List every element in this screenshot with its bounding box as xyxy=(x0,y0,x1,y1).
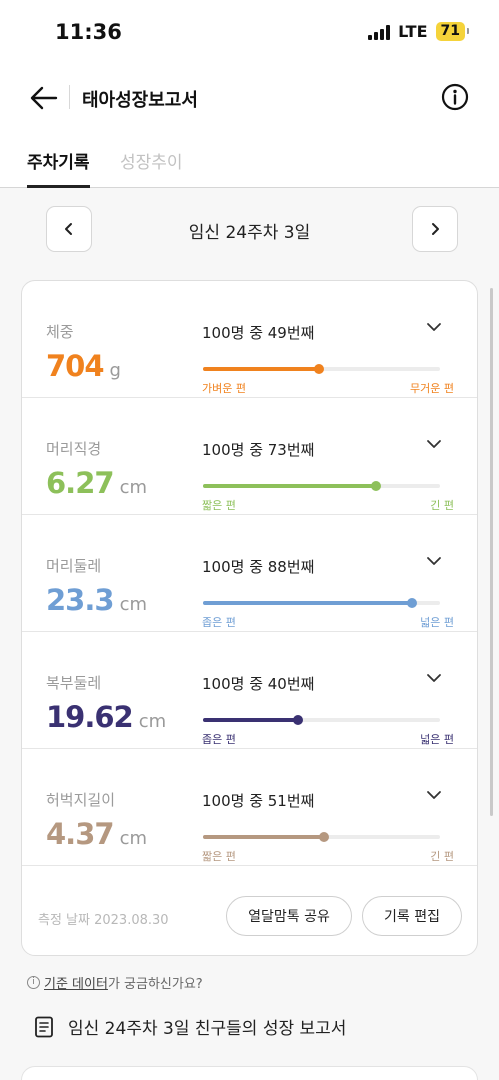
help-link-text[interactable]: 기준 데이터 xyxy=(44,973,108,992)
info-icon: i xyxy=(27,976,40,989)
metric-value: 19.62 cm xyxy=(46,700,166,734)
header-divider xyxy=(69,85,70,109)
week-navigator: 임신 24주차 3일 xyxy=(0,206,499,252)
metric-row-femur-length[interactable]: 허벅지길이 4.37 cm 100명 중 51번째 짧은 편 긴 편 xyxy=(22,749,477,866)
metric-name: 머리둘레 xyxy=(46,557,102,575)
metric-value: 23.3 cm xyxy=(46,583,147,617)
signal-icon xyxy=(368,24,391,40)
scale-label-high: 넓은 편 xyxy=(420,733,454,746)
percentile-marker xyxy=(318,832,329,842)
percentile-fill xyxy=(203,835,324,839)
arrow-left-icon xyxy=(30,86,58,110)
status-time: 11:36 xyxy=(55,20,122,44)
share-button[interactable]: 열달맘톡 공유 xyxy=(226,896,352,936)
growth-metrics-card: 체중 704 g 100명 중 49번째 가벼운 편 무거운 편 머리직경 6.2… xyxy=(21,280,478,956)
card-footer: 측정 날짜 2023.08.30 열달맘톡 공유 기록 편집 xyxy=(22,867,477,955)
metric-row-head-circumference[interactable]: 머리둘레 23.3 cm 100명 중 88번째 좁은 편 넓은 편 xyxy=(22,515,477,632)
metric-number: 23.3 xyxy=(46,583,115,617)
reference-data-link[interactable]: i 기준 데이터 가 궁금하신가요? xyxy=(27,973,203,992)
next-week-button[interactable] xyxy=(412,206,458,252)
scale-label-high: 긴 편 xyxy=(430,850,454,863)
scrollbar[interactable] xyxy=(490,288,493,816)
percentile-fill xyxy=(203,718,298,722)
tab-weekly-record[interactable]: 주차기록 xyxy=(27,148,90,188)
metric-rank: 100명 중 49번째 xyxy=(202,324,315,342)
document-icon xyxy=(35,1016,53,1037)
status-indicators: LTE 71 xyxy=(368,22,470,41)
metric-number: 704 xyxy=(46,349,105,383)
metric-value: 6.27 cm xyxy=(46,466,147,500)
friends-report-title: 임신 24주차 3일 친구들의 성장 보고서 xyxy=(68,1019,347,1039)
chevron-down-icon[interactable] xyxy=(425,669,443,687)
scale-label-low: 가벼운 편 xyxy=(202,382,246,395)
info-icon xyxy=(441,83,469,111)
tab-growth-trend[interactable]: 성장추이 xyxy=(120,148,183,173)
metric-unit: cm xyxy=(119,477,147,498)
scale-label-low: 짧은 편 xyxy=(202,850,236,863)
chevron-down-icon[interactable] xyxy=(425,786,443,804)
app-header: 태아성장보고서 xyxy=(0,62,499,132)
edit-record-button[interactable]: 기록 편집 xyxy=(362,896,462,936)
metric-value: 704 g xyxy=(46,349,121,383)
battery-icon: 71 xyxy=(435,22,470,41)
main-content: 임신 24주차 3일 체중 704 g 100명 중 49번째 가벼운 편 무거운… xyxy=(0,188,499,1080)
percentile-track xyxy=(203,364,440,374)
tab-bar: 주차기록 성장추이 xyxy=(0,132,499,188)
scale-label-high: 넓은 편 xyxy=(420,616,454,629)
scale-label-low: 좁은 편 xyxy=(202,616,236,629)
measurement-date: 측정 날짜 2023.08.30 xyxy=(38,913,169,928)
percentile-fill xyxy=(203,484,376,488)
help-suffix: 가 궁금하신가요? xyxy=(107,977,203,992)
metric-unit: cm xyxy=(119,828,147,849)
percentile-track xyxy=(203,715,440,725)
percentile-fill xyxy=(203,601,412,605)
scale-label-high: 긴 편 xyxy=(430,499,454,512)
info-button[interactable] xyxy=(441,83,469,111)
metric-rank: 100명 중 51번째 xyxy=(202,792,315,810)
chevron-down-icon[interactable] xyxy=(425,552,443,570)
metric-name: 허벅지길이 xyxy=(46,791,116,809)
metric-rank: 100명 중 88번째 xyxy=(202,558,315,576)
metric-value: 4.37 cm xyxy=(46,817,147,851)
metric-name: 체중 xyxy=(46,323,74,341)
metric-rank: 100명 중 73번째 xyxy=(202,441,315,459)
percentile-marker xyxy=(292,715,303,725)
metric-name: 머리직경 xyxy=(46,440,102,458)
percentile-marker xyxy=(314,364,325,374)
metric-number: 19.62 xyxy=(46,700,134,734)
metric-unit: cm xyxy=(119,594,147,615)
friends-report-card[interactable] xyxy=(21,1066,478,1080)
percentile-track xyxy=(203,832,440,842)
status-bar: 11:36 LTE 71 xyxy=(0,0,499,62)
metric-number: 6.27 xyxy=(46,466,115,500)
metric-unit: cm xyxy=(138,711,167,732)
scale-label-low: 좁은 편 xyxy=(202,733,236,746)
scale-label-low: 짧은 편 xyxy=(202,499,236,512)
percentile-marker xyxy=(371,481,381,491)
scale-label-high: 무거운 편 xyxy=(410,382,454,395)
chevron-down-icon[interactable] xyxy=(425,318,443,336)
metric-rank: 100명 중 40번째 xyxy=(202,675,315,693)
metric-unit: g xyxy=(109,360,121,381)
percentile-track xyxy=(203,481,440,491)
chevron-down-icon[interactable] xyxy=(425,435,443,453)
metric-row-head-diameter[interactable]: 머리직경 6.27 cm 100명 중 73번째 짧은 편 긴 편 xyxy=(22,398,477,515)
network-type: LTE xyxy=(398,22,428,41)
friends-report-heading: 임신 24주차 3일 친구들의 성장 보고서 xyxy=(34,1014,346,1039)
metric-name: 복부둘레 xyxy=(46,674,102,692)
chevron-right-icon xyxy=(432,223,439,235)
metric-row-weight[interactable]: 체중 704 g 100명 중 49번째 가벼운 편 무거운 편 xyxy=(22,281,477,398)
metric-row-abdominal-circumference[interactable]: 복부둘레 19.62 cm 100명 중 40번째 좁은 편 넓은 편 xyxy=(22,632,477,749)
back-button[interactable] xyxy=(28,82,60,114)
percentile-track xyxy=(203,598,440,608)
percentile-fill xyxy=(203,367,320,371)
percentile-marker xyxy=(406,598,417,608)
metric-number: 4.37 xyxy=(46,817,115,851)
page-title: 태아성장보고서 xyxy=(82,90,198,111)
